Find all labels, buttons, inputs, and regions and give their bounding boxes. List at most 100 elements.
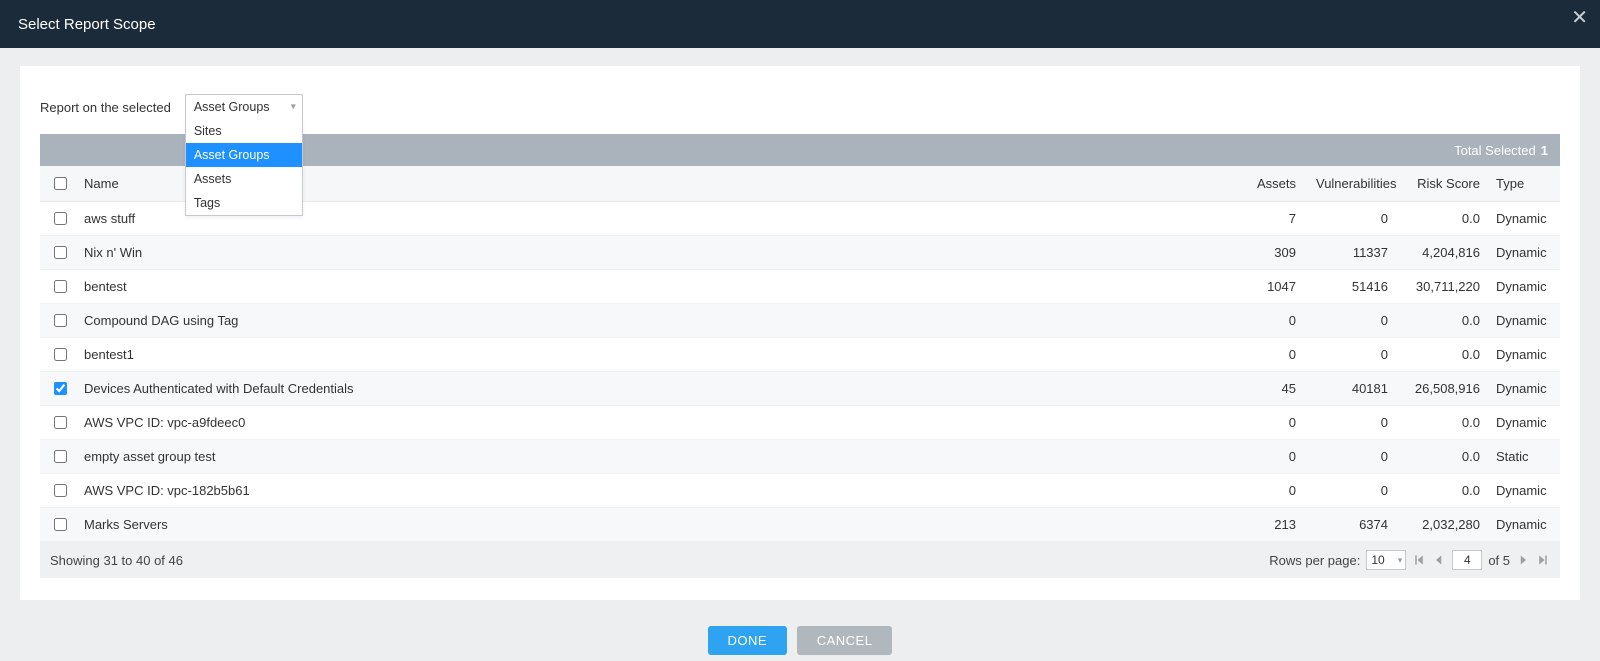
scope-select[interactable]: Asset Groups ▾ — [185, 94, 303, 120]
rows-per-page-select[interactable]: 10 ▾ — [1366, 550, 1406, 570]
dropdown-option[interactable]: Tags — [186, 191, 302, 215]
col-type[interactable]: Type — [1490, 166, 1560, 202]
cell-type: Dynamic — [1490, 372, 1560, 406]
cell-vulns: 0 — [1306, 202, 1398, 236]
row-checkbox[interactable] — [54, 246, 67, 259]
cell-risk: 0.0 — [1398, 304, 1490, 338]
page-next-icon[interactable] — [1516, 553, 1530, 567]
cell-name: Marks Servers — [74, 508, 1234, 542]
select-all-checkbox[interactable] — [54, 177, 67, 190]
cell-assets: 0 — [1234, 406, 1306, 440]
row-checkbox[interactable] — [54, 484, 67, 497]
cell-risk: 26,508,916 — [1398, 372, 1490, 406]
cell-vulns: 0 — [1306, 474, 1398, 508]
cell-type: Dynamic — [1490, 406, 1560, 440]
scope-select-value: Asset Groups — [194, 100, 270, 114]
cell-risk: 4,204,816 — [1398, 236, 1490, 270]
cell-vulns: 51416 — [1306, 270, 1398, 304]
cell-name: Compound DAG using Tag — [74, 304, 1234, 338]
page-number-input[interactable]: 4 — [1452, 550, 1482, 570]
cell-type: Dynamic — [1490, 270, 1560, 304]
cell-name: AWS VPC ID: vpc-a9fdeec0 — [74, 406, 1234, 440]
table-row: Marks Servers21363742,032,280Dynamic — [40, 508, 1560, 542]
footer-status: Showing 31 to 40 of 46 — [50, 553, 183, 568]
cell-assets: 0 — [1234, 474, 1306, 508]
cell-type: Static — [1490, 440, 1560, 474]
row-checkbox[interactable] — [54, 314, 67, 327]
selection-label: Total Selected — [1454, 143, 1536, 158]
row-checkbox[interactable] — [54, 450, 67, 463]
row-checkbox[interactable] — [54, 416, 67, 429]
cell-assets: 7 — [1234, 202, 1306, 236]
chevron-down-icon: ▾ — [1398, 555, 1403, 566]
cell-type: Dynamic — [1490, 508, 1560, 542]
col-risk[interactable]: Risk Score — [1398, 166, 1490, 202]
cell-name: empty asset group test — [74, 440, 1234, 474]
cell-name: AWS VPC ID: vpc-182b5b61 — [74, 474, 1234, 508]
selection-count: 1 — [1541, 143, 1548, 158]
table-row: Devices Authenticated with Default Crede… — [40, 372, 1560, 406]
cell-assets: 0 — [1234, 338, 1306, 372]
select-all-header — [40, 166, 74, 202]
rows-per-page-label: Rows per page: — [1269, 553, 1360, 568]
done-button[interactable]: DONE — [708, 626, 788, 655]
table-row: empty asset group test000.0Static — [40, 440, 1560, 474]
row-checkbox[interactable] — [54, 348, 67, 361]
table-row: Nix n' Win309113374,204,816Dynamic — [40, 236, 1560, 270]
cell-assets: 0 — [1234, 304, 1306, 338]
cell-risk: 0.0 — [1398, 202, 1490, 236]
cell-vulns: 0 — [1306, 338, 1398, 372]
col-assets[interactable]: Assets — [1234, 166, 1306, 202]
cell-vulns: 40181 — [1306, 372, 1398, 406]
cell-assets: 213 — [1234, 508, 1306, 542]
cell-type: Dynamic — [1490, 236, 1560, 270]
cell-name: bentest1 — [74, 338, 1234, 372]
cell-vulns: 0 — [1306, 406, 1398, 440]
cancel-button[interactable]: CANCEL — [797, 626, 893, 655]
close-icon[interactable]: ✕ — [1571, 8, 1588, 28]
page-first-icon[interactable] — [1412, 553, 1426, 567]
asset-group-table: Name Assets Vulnerabilities Risk Score T… — [40, 166, 1560, 542]
cell-risk: 0.0 — [1398, 440, 1490, 474]
dropdown-option[interactable]: Sites — [186, 119, 302, 143]
cell-name: Nix n' Win — [74, 236, 1234, 270]
scope-dropdown: SitesAsset GroupsAssetsTags — [185, 119, 303, 216]
page-last-icon[interactable] — [1536, 553, 1550, 567]
cell-risk: 0.0 — [1398, 474, 1490, 508]
cell-vulns: 0 — [1306, 304, 1398, 338]
scope-label: Report on the selected — [40, 100, 171, 115]
modal-body: Report on the selected Asset Groups ▾ Si… — [20, 66, 1580, 600]
cell-vulns: 0 — [1306, 440, 1398, 474]
table-row: AWS VPC ID: vpc-a9fdeec0000.0Dynamic — [40, 406, 1560, 440]
dropdown-option[interactable]: Asset Groups — [186, 143, 302, 167]
page-prev-icon[interactable] — [1432, 553, 1446, 567]
cell-assets: 309 — [1234, 236, 1306, 270]
dropdown-option[interactable]: Assets — [186, 167, 302, 191]
cell-risk: 30,711,220 — [1398, 270, 1490, 304]
col-vulns[interactable]: Vulnerabilities — [1306, 166, 1398, 202]
cell-risk: 0.0 — [1398, 406, 1490, 440]
cell-risk: 0.0 — [1398, 338, 1490, 372]
table-footer: Showing 31 to 40 of 46 Rows per page: 10… — [40, 542, 1560, 578]
page-total-label: of 5 — [1488, 553, 1510, 568]
cell-assets: 45 — [1234, 372, 1306, 406]
cell-vulns: 11337 — [1306, 236, 1398, 270]
cell-name: Devices Authenticated with Default Crede… — [74, 372, 1234, 406]
cell-vulns: 6374 — [1306, 508, 1398, 542]
cell-risk: 2,032,280 — [1398, 508, 1490, 542]
modal-header: Select Report Scope ✕ — [0, 0, 1600, 48]
cell-name: bentest — [74, 270, 1234, 304]
table-row: bentest10475141630,711,220Dynamic — [40, 270, 1560, 304]
table-row: AWS VPC ID: vpc-182b5b61000.0Dynamic — [40, 474, 1560, 508]
table-row: bentest1000.0Dynamic — [40, 338, 1560, 372]
cell-type: Dynamic — [1490, 474, 1560, 508]
row-checkbox[interactable] — [54, 382, 67, 395]
row-checkbox[interactable] — [54, 518, 67, 531]
cell-assets: 0 — [1234, 440, 1306, 474]
action-bar: DONE CANCEL — [0, 608, 1600, 661]
cell-assets: 1047 — [1234, 270, 1306, 304]
row-checkbox[interactable] — [54, 212, 67, 225]
cell-type: Dynamic — [1490, 304, 1560, 338]
row-checkbox[interactable] — [54, 280, 67, 293]
pager: Rows per page: 10 ▾ 4 of 5 — [1269, 550, 1550, 570]
